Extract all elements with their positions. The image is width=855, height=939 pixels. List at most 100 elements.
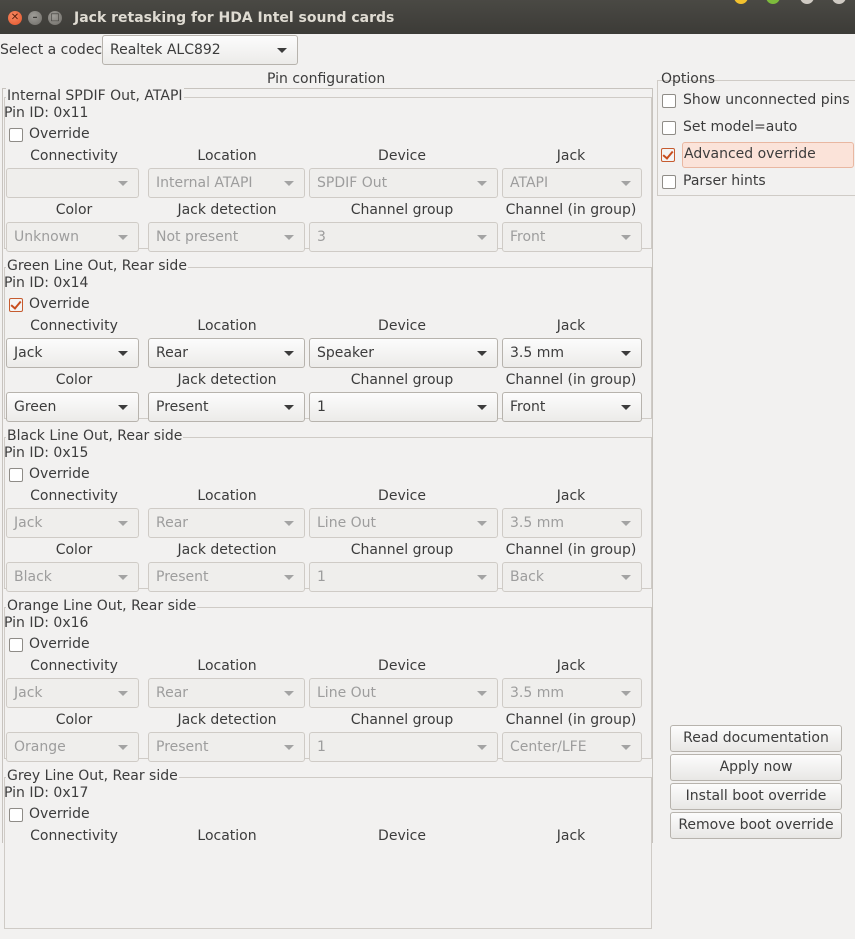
header-channel-group: Channel group xyxy=(350,372,454,388)
tray-icon xyxy=(734,0,748,4)
override-checkbox[interactable] xyxy=(9,638,23,652)
chevron-down-icon xyxy=(477,521,487,526)
chevron-down-icon xyxy=(477,405,487,410)
option-set-model-auto[interactable]: Set model=auto xyxy=(660,115,854,141)
codec-select[interactable]: Realtek ALC892 xyxy=(102,35,298,65)
override-checkbox[interactable] xyxy=(9,298,23,312)
header-jack: Jack xyxy=(556,658,586,674)
jack-value: ATAPI xyxy=(510,175,549,191)
option-parser-hints[interactable]: Parser hints xyxy=(660,169,854,195)
read-documentation-button[interactable]: Read documentation xyxy=(670,725,842,752)
device-select[interactable]: Speaker xyxy=(309,338,498,368)
color-select[interactable]: Orange xyxy=(6,732,139,762)
jack-detection-select[interactable]: Not present xyxy=(148,222,305,252)
channel-group-select[interactable]: 1 xyxy=(309,562,498,592)
color-select[interactable]: Unknown xyxy=(6,222,139,252)
jack-value: 3.5 mm xyxy=(510,345,564,361)
header-connectivity: Connectivity xyxy=(30,318,118,334)
location-select[interactable]: Rear xyxy=(148,678,305,708)
channel-value: Front xyxy=(510,229,546,245)
override-checkbox[interactable] xyxy=(9,468,23,482)
chevron-down-icon xyxy=(118,691,128,696)
header-device: Device xyxy=(378,828,426,844)
channel-select[interactable]: Center/LFE xyxy=(502,732,642,762)
device-select[interactable]: SPDIF Out xyxy=(309,168,498,198)
channel-group-select[interactable]: 3 xyxy=(309,222,498,252)
option-checkbox[interactable] xyxy=(662,94,676,108)
channel-select[interactable]: Front xyxy=(502,392,642,422)
header-device: Device xyxy=(378,488,426,504)
chevron-down-icon xyxy=(284,351,294,356)
option-advanced-override[interactable]: Advanced override xyxy=(661,142,854,168)
window-title: Jack retasking for HDA Intel sound cards xyxy=(74,10,395,26)
header-channel-group: Channel group xyxy=(350,712,454,728)
option-show-unconnected-pins[interactable]: Show unconnected pins xyxy=(660,88,854,114)
device-select[interactable]: Line Out xyxy=(309,508,498,538)
connectivity-select[interactable]: Jack xyxy=(6,338,139,368)
connectivity-select[interactable]: Jack xyxy=(6,678,139,708)
install-boot-override-button[interactable]: Install boot override xyxy=(670,783,842,810)
channel-select[interactable]: Back xyxy=(502,562,642,592)
header-jack: Jack xyxy=(556,148,586,164)
override-checkbox[interactable] xyxy=(9,128,23,142)
codec-label: Select a codec: xyxy=(0,42,107,58)
jack-detection-select[interactable]: Present xyxy=(148,732,305,762)
header-channel-in-group: Channel (in group) xyxy=(505,542,637,558)
channel-select[interactable]: Front xyxy=(502,222,642,252)
maximize-window-button[interactable]: □ xyxy=(48,11,62,25)
header-jack-detection: Jack detection xyxy=(177,542,277,558)
connectivity-select[interactable] xyxy=(6,168,139,198)
jack-select[interactable]: 3.5 mm xyxy=(502,338,642,368)
option-checkbox[interactable] xyxy=(662,175,676,189)
chevron-down-icon xyxy=(621,405,631,410)
channel-group-value: 1 xyxy=(317,399,326,415)
close-window-button[interactable]: ✕ xyxy=(8,11,22,25)
device-value: SPDIF Out xyxy=(317,175,388,191)
option-label: Advanced override xyxy=(684,146,816,162)
chevron-down-icon xyxy=(118,351,128,356)
color-value: Orange xyxy=(14,739,66,755)
location-select[interactable]: Rear xyxy=(148,508,305,538)
codec-select-value: Realtek ALC892 xyxy=(110,42,221,58)
pin-section-title: Black Line Out, Rear side xyxy=(6,428,184,444)
pin-section-title: Green Line Out, Rear side xyxy=(6,258,188,274)
color-select[interactable]: Green xyxy=(6,392,139,422)
override-label: Override xyxy=(29,636,90,652)
chevron-down-icon xyxy=(284,691,294,696)
color-select[interactable]: Black xyxy=(6,562,139,592)
jack-select[interactable]: 3.5 mm xyxy=(502,678,642,708)
channel-group-select[interactable]: 1 xyxy=(309,732,498,762)
jack-select[interactable]: ATAPI xyxy=(502,168,642,198)
pin-section: Black Line Out, Rear side Pin ID: 0x15 Ove… xyxy=(4,428,652,599)
header-channel-group: Channel group xyxy=(350,202,454,218)
connectivity-select[interactable]: Jack xyxy=(6,508,139,538)
header-jack-detection: Jack detection xyxy=(177,202,277,218)
option-checkbox[interactable] xyxy=(661,148,675,162)
remove-boot-override-button[interactable]: Remove boot override xyxy=(670,812,842,839)
jack-detection-select[interactable]: Present xyxy=(148,392,305,422)
chevron-down-icon xyxy=(284,745,294,750)
device-select[interactable]: Line Out xyxy=(309,678,498,708)
jack-detection-select[interactable]: Present xyxy=(148,562,305,592)
chevron-down-icon xyxy=(118,235,128,240)
apply-now-button[interactable]: Apply now xyxy=(670,754,842,781)
location-select[interactable]: Rear xyxy=(148,338,305,368)
jack-value: 3.5 mm xyxy=(510,515,564,531)
chevron-down-icon xyxy=(118,521,128,526)
jack-select[interactable]: 3.5 mm xyxy=(502,508,642,538)
chevron-down-icon xyxy=(118,745,128,750)
tray-icon xyxy=(766,0,780,4)
header-location: Location xyxy=(197,658,257,674)
option-checkbox[interactable] xyxy=(662,121,676,135)
chevron-down-icon xyxy=(477,691,487,696)
chevron-down-icon xyxy=(284,575,294,580)
pin-section-title: Orange Line Out, Rear side xyxy=(6,598,198,614)
title-bar: ✕ – □ Jack retasking for HDA Intel sound… xyxy=(0,0,855,34)
override-checkbox[interactable] xyxy=(9,808,23,822)
minimize-window-button[interactable]: – xyxy=(28,11,42,25)
location-select[interactable]: Internal ATAPI xyxy=(148,168,305,198)
channel-group-select[interactable]: 1 xyxy=(309,392,498,422)
header-jack-detection: Jack detection xyxy=(177,712,277,728)
channel-group-value: 1 xyxy=(317,739,326,755)
header-jack-detection: Jack detection xyxy=(177,372,277,388)
